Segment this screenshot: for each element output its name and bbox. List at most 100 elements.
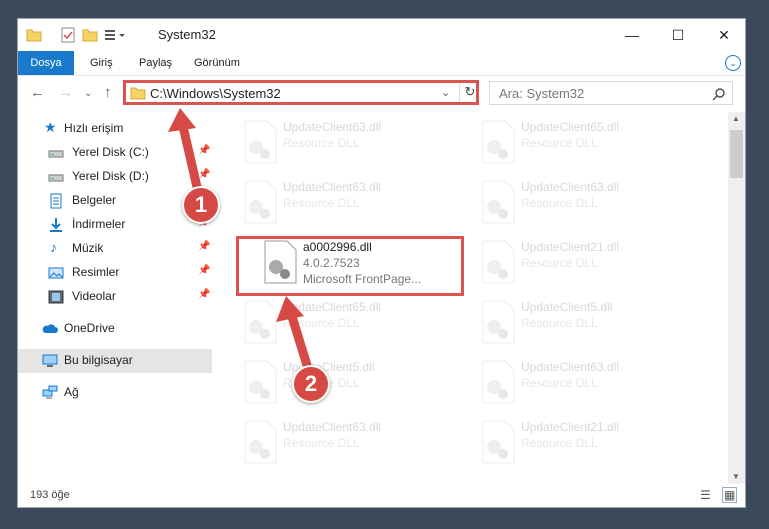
file-item[interactable]: UpdateClient63.dll Resource DLL <box>473 356 693 412</box>
dll-file-icon <box>244 420 277 464</box>
sidebar-item-onedrive[interactable]: OneDrive <box>18 317 212 341</box>
file-item[interactable]: UpdateClient63.dll Resource DLL <box>473 176 693 232</box>
file-description: Resource DLL <box>283 436 360 450</box>
file-item[interactable]: UpdateClient21.dll Resource DLL <box>473 416 693 472</box>
file-item[interactable]: UpdateClient63.dll Resource DLL <box>235 416 455 472</box>
pictures-icon <box>48 267 64 279</box>
folder-icon <box>26 29 42 42</box>
sidebar-item-this-pc[interactable]: Bu bilgisayar <box>18 349 212 373</box>
file-item[interactable]: UpdateClient5.dll Resource DLL <box>473 296 693 352</box>
tab-home[interactable]: Giriş <box>80 51 123 75</box>
status-bar: 193 öğe ☰ ▦ <box>18 484 745 508</box>
cloud-icon <box>42 324 58 333</box>
up-icon[interactable]: ↑ <box>104 84 112 101</box>
tab-file[interactable]: Dosya <box>18 51 74 75</box>
expand-ribbon-icon[interactable]: ⌄ <box>725 55 741 71</box>
pin-icon[interactable]: 📌 <box>198 145 210 156</box>
file-description: Resource DLL <box>521 376 598 390</box>
sidebar-item-label: Müzik <box>72 241 104 255</box>
minimize-button[interactable]: — <box>609 19 655 51</box>
sidebar-item-label: Belgeler <box>72 193 117 207</box>
file-name: UpdateClient63.dll <box>283 180 382 194</box>
download-icon <box>50 218 62 232</box>
tab-share[interactable]: Paylaş <box>129 51 182 75</box>
file-name: UpdateClient21.dll <box>521 240 620 254</box>
scroll-up-icon[interactable]: ▲ <box>732 114 740 123</box>
title-bar: System32 — ☐ ✕ <box>18 19 745 51</box>
item-count: 193 öğe <box>30 489 70 501</box>
drive-icon <box>48 150 64 158</box>
file-name: UpdateClient65.dll <box>283 300 382 314</box>
sidebar-item-downloads[interactable]: İndirmeler 📌 <box>18 213 212 237</box>
scroll-thumb[interactable] <box>730 130 743 178</box>
scroll-down-icon[interactable]: ▼ <box>732 472 740 481</box>
sidebar-item-label: OneDrive <box>64 321 115 335</box>
navigation-pane: ★ Hızlı erişim Yerel Disk (C:) 📌 Yerel D… <box>18 117 212 477</box>
large-icons-view-icon[interactable]: ▦ <box>722 487 738 503</box>
customize-toolbar-icon[interactable] <box>104 27 126 43</box>
network-icon <box>42 385 58 399</box>
file-name: UpdateClient63.dll <box>521 180 620 194</box>
pin-icon[interactable]: 📌 <box>198 169 210 180</box>
file-description: Resource DLL <box>521 436 598 450</box>
file-description: Resource DLL <box>521 316 598 330</box>
sidebar-item-label: Yerel Disk (C:) <box>72 145 149 159</box>
close-icon: ✕ <box>718 26 730 43</box>
file-item[interactable]: UpdateClient63.dll Resource DLL <box>235 116 455 172</box>
back-icon[interactable]: ← <box>30 84 45 101</box>
minimize-icon: — <box>625 27 639 43</box>
file-item[interactable]: UpdateClient63.dll Resource DLL <box>235 176 455 232</box>
file-item[interactable]: UpdateClient5.dll Resource DLL <box>235 356 455 412</box>
dll-file-icon <box>482 180 515 224</box>
new-folder-icon[interactable] <box>82 27 98 43</box>
videos-icon <box>48 290 64 304</box>
tab-view[interactable]: Görünüm <box>184 51 250 75</box>
documents-icon <box>50 193 62 209</box>
maximize-button[interactable]: ☐ <box>655 19 701 51</box>
step-2-badge: 2 <box>292 365 330 403</box>
dll-file-icon <box>244 360 277 404</box>
sidebar-item-quick-access[interactable]: ★ Hızlı erişim <box>18 117 212 141</box>
vertical-scrollbar[interactable]: ▲ ▼ <box>728 112 745 484</box>
file-description: Resource DLL <box>283 196 360 210</box>
close-button[interactable]: ✕ <box>701 19 747 51</box>
file-highlight <box>236 236 464 296</box>
search-placeholder: Ara: System32 <box>499 86 585 101</box>
properties-icon[interactable] <box>60 27 76 43</box>
file-description: Resource DLL <box>283 136 360 150</box>
step-1-badge: 1 <box>182 186 220 224</box>
forward-icon[interactable]: → <box>58 84 73 101</box>
star-icon: ★ <box>44 119 57 135</box>
pin-icon[interactable]: 📌 <box>198 265 210 276</box>
search-icon <box>712 88 725 101</box>
pin-icon[interactable]: 📌 <box>198 241 210 252</box>
file-name: UpdateClient63.dll <box>521 360 620 374</box>
recent-locations-icon[interactable]: ⌄ <box>84 88 92 99</box>
sidebar-item-videos[interactable]: Videolar 📌 <box>18 285 212 309</box>
file-name: UpdateClient65.dll <box>521 120 620 134</box>
dll-file-icon <box>244 300 277 344</box>
file-list: UpdateClient63.dll Resource DLL UpdateCl… <box>219 112 731 484</box>
sidebar-item-local-disk-d[interactable]: Yerel Disk (D:) 📌 <box>18 165 212 189</box>
file-name: UpdateClient63.dll <box>283 120 382 134</box>
search-input[interactable]: Ara: System32 <box>489 81 733 105</box>
sidebar-item-label: Videolar <box>72 289 116 303</box>
sidebar-item-pictures[interactable]: Resimler 📌 <box>18 261 212 285</box>
file-item[interactable]: UpdateClient21.dll Resource DLL <box>473 236 693 292</box>
dll-file-icon <box>482 240 515 284</box>
file-item[interactable]: UpdateClient65.dll Resource DLL <box>473 116 693 172</box>
dll-file-icon <box>482 420 515 464</box>
dll-file-icon <box>482 300 515 344</box>
pin-icon[interactable]: 📌 <box>198 289 210 300</box>
file-name: UpdateClient5.dll <box>521 300 613 314</box>
ribbon: Dosya Giriş Paylaş Görünüm ⌄ <box>18 51 745 76</box>
computer-icon <box>42 354 58 367</box>
file-description: Resource DLL <box>521 136 598 150</box>
sidebar-item-label: Bu bilgisayar <box>64 353 133 367</box>
file-item[interactable]: UpdateClient65.dll Resource DLL <box>235 296 455 352</box>
maximize-icon: ☐ <box>671 26 685 43</box>
sidebar-item-network[interactable]: Ağ <box>18 381 212 405</box>
details-view-icon[interactable]: ☰ <box>700 488 711 502</box>
sidebar-item-music[interactable]: ♪ Müzik 📌 <box>18 237 212 261</box>
sidebar-item-local-disk-c[interactable]: Yerel Disk (C:) 📌 <box>18 141 212 165</box>
